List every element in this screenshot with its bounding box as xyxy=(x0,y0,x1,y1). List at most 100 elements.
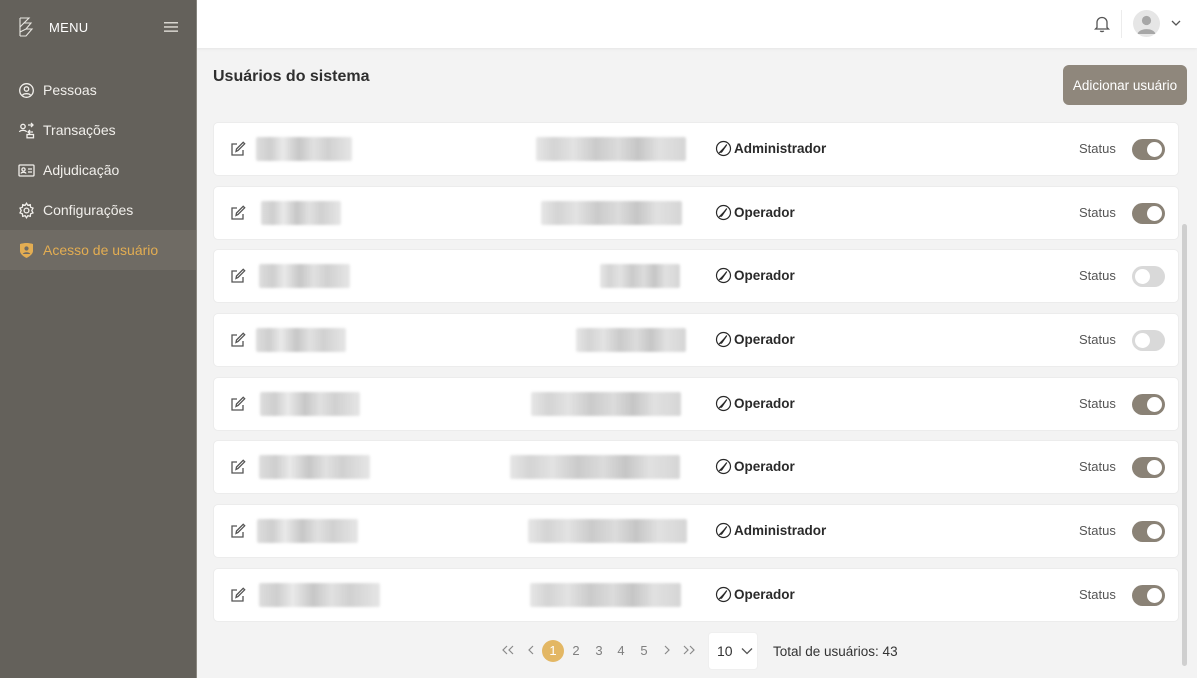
status-toggle[interactable] xyxy=(1132,330,1165,352)
user-email-redacted xyxy=(600,264,680,289)
pagination: 1 2 3 4 5 10 Total de usuários: 43 xyxy=(497,632,917,670)
role-icon xyxy=(715,458,732,475)
user-role: Administrador xyxy=(715,140,826,157)
list-item: Administrador Status xyxy=(213,122,1179,176)
status-toggle[interactable] xyxy=(1132,139,1165,160)
user-role: Administrador xyxy=(715,522,826,539)
sidebar-item-configuracoes[interactable]: Configurações xyxy=(0,190,196,230)
user-email-redacted xyxy=(510,455,680,480)
user-email-redacted xyxy=(528,519,687,544)
next-page-button[interactable] xyxy=(658,640,676,660)
user-role: Operador xyxy=(715,458,795,475)
user-name-redacted xyxy=(259,264,350,289)
user-role-label: Operador xyxy=(734,395,795,411)
user-email-redacted xyxy=(530,582,681,607)
toggle-knob xyxy=(1147,587,1162,603)
user-role: Operador xyxy=(715,267,795,284)
list-item: Administrador Status xyxy=(213,504,1179,559)
user-role: Operador xyxy=(715,586,795,603)
toggle-knob xyxy=(1147,205,1162,221)
user-role-label: Administrador xyxy=(734,523,827,539)
sidebar-item-label: Adjudicação xyxy=(43,162,120,178)
person-circle-icon xyxy=(18,82,35,99)
user-name-redacted xyxy=(257,519,358,544)
logo-icon xyxy=(18,17,34,37)
menu-label: MENU xyxy=(49,19,89,35)
sidebar-item-label: Acesso de usuário xyxy=(43,242,159,258)
list-item: Operador Status xyxy=(213,313,1179,368)
user-email-redacted xyxy=(531,391,681,416)
users-list: Administrador Status Operador Status Ope… xyxy=(213,122,1179,632)
status-label: Status xyxy=(1079,141,1116,156)
user-email-redacted xyxy=(576,328,686,353)
role-icon xyxy=(715,204,732,221)
user-role: Operador xyxy=(715,395,795,412)
page-5-button[interactable]: 5 xyxy=(633,640,655,662)
page-1-button[interactable]: 1 xyxy=(542,640,564,662)
toggle-knob xyxy=(1135,333,1150,349)
page-size-select[interactable]: 10 xyxy=(708,632,758,670)
user-email-redacted xyxy=(541,200,682,225)
status-label: Status xyxy=(1079,459,1116,475)
scrollbar[interactable] xyxy=(1182,224,1187,666)
sidebar-item-adjudicacao[interactable]: Adjudicação xyxy=(0,150,196,190)
toggle-knob xyxy=(1147,460,1162,476)
status-toggle[interactable] xyxy=(1132,202,1165,224)
user-badge-icon xyxy=(18,242,35,259)
edit-icon[interactable] xyxy=(230,396,246,412)
user-name-redacted xyxy=(256,328,346,353)
last-page-button[interactable] xyxy=(680,640,698,660)
user-role: Operador xyxy=(715,204,795,221)
role-icon xyxy=(715,522,732,539)
status-toggle[interactable] xyxy=(1132,521,1165,543)
status-toggle[interactable] xyxy=(1132,393,1165,415)
list-item: Operador Status xyxy=(213,185,1179,240)
transactions-icon xyxy=(18,122,35,139)
prev-page-button[interactable] xyxy=(522,640,540,660)
page-2-button[interactable]: 2 xyxy=(565,640,587,662)
toggle-knob xyxy=(1147,524,1162,540)
add-user-button[interactable]: Adicionar usuário xyxy=(1063,65,1187,105)
sidebar-nav: Pessoas Transações Adjudicação Configura… xyxy=(0,70,196,270)
role-icon xyxy=(715,395,732,412)
status-toggle[interactable] xyxy=(1132,266,1165,288)
hamburger-icon[interactable] xyxy=(164,21,178,33)
status-label: Status xyxy=(1079,268,1116,284)
page-3-button[interactable]: 3 xyxy=(588,640,610,662)
status-label: Status xyxy=(1079,586,1116,602)
list-item: Operador Status xyxy=(213,249,1179,304)
edit-icon[interactable] xyxy=(230,205,246,221)
edit-icon[interactable] xyxy=(230,587,246,603)
role-icon xyxy=(715,267,732,284)
sidebar-item-acesso-de-usuario[interactable]: Acesso de usuário xyxy=(0,230,196,270)
user-role-label: Operador xyxy=(734,459,795,475)
user-name-redacted xyxy=(260,391,360,416)
user-name-redacted xyxy=(259,582,380,607)
top-bar xyxy=(197,0,1197,48)
user-role-label: Operador xyxy=(734,332,795,348)
user-name-redacted xyxy=(256,137,352,161)
sidebar-item-pessoas[interactable]: Pessoas xyxy=(0,70,196,110)
role-icon xyxy=(715,331,732,348)
edit-icon[interactable] xyxy=(230,141,246,157)
user-role-label: Operador xyxy=(734,586,795,602)
status-toggle[interactable] xyxy=(1132,457,1165,479)
topbar-divider xyxy=(1121,10,1122,38)
toggle-knob xyxy=(1135,269,1150,285)
page-4-button[interactable]: 4 xyxy=(610,640,632,662)
page-size-value: 10 xyxy=(717,643,733,659)
first-page-button[interactable] xyxy=(499,640,517,660)
list-item: Operador Status xyxy=(213,376,1179,431)
sidebar-item-label: Transações xyxy=(43,122,116,138)
chevron-down-icon xyxy=(741,647,753,655)
edit-icon[interactable] xyxy=(230,523,246,539)
edit-icon[interactable] xyxy=(230,332,246,348)
chevron-down-icon[interactable] xyxy=(1170,18,1182,28)
edit-icon[interactable] xyxy=(230,459,246,475)
bell-icon[interactable] xyxy=(1094,15,1110,33)
role-icon xyxy=(715,140,732,157)
status-toggle[interactable] xyxy=(1132,584,1165,606)
edit-icon[interactable] xyxy=(230,268,246,284)
avatar[interactable] xyxy=(1133,10,1160,37)
sidebar-item-transacoes[interactable]: Transações xyxy=(0,110,196,150)
